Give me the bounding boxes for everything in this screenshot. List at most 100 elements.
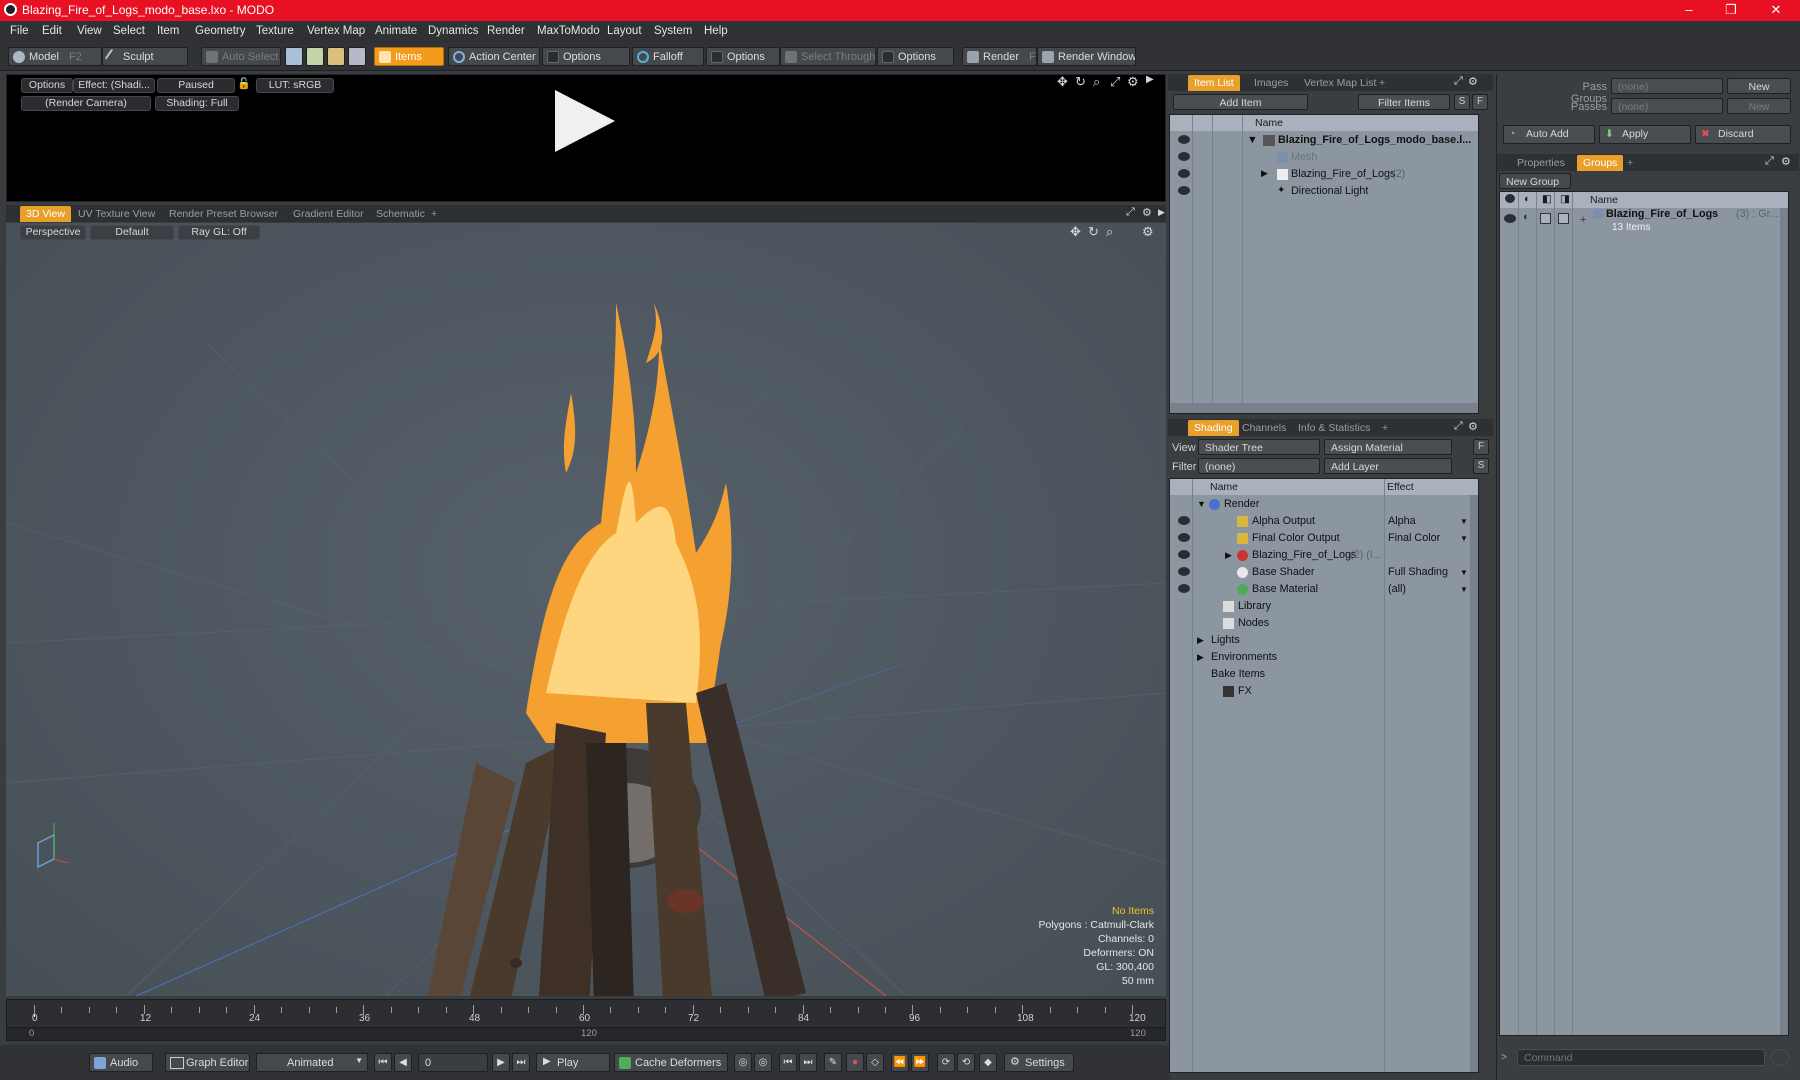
record-icon[interactable]: ● bbox=[846, 1053, 864, 1072]
render-button[interactable]: Render F9 bbox=[962, 47, 1037, 66]
name-column-header[interactable]: Name bbox=[1210, 481, 1238, 493]
menu-texture[interactable]: Texture bbox=[256, 25, 294, 37]
group-row[interactable]: ◐ + Blazing_Fire_of_Logs (3) : Gr... 13 … bbox=[1500, 208, 1788, 238]
menu-geometry[interactable]: Geometry bbox=[195, 25, 246, 37]
groups-list[interactable]: ◐ ◧ ◨ Name ◐ + Blazing_Fire_of_Logs (3) … bbox=[1499, 191, 1789, 1036]
loop-icon[interactable]: ⟳ bbox=[937, 1053, 955, 1072]
command-history-icon[interactable] bbox=[1771, 1049, 1789, 1066]
tab-shading[interactable]: Shading bbox=[1188, 420, 1239, 436]
minimize-button[interactable]: – bbox=[1668, 0, 1710, 21]
menu-layout[interactable]: Layout bbox=[607, 25, 642, 37]
new-group-button[interactable]: New Group bbox=[1499, 173, 1571, 189]
visibility-eye-icon[interactable] bbox=[1178, 169, 1190, 178]
set-key-icon[interactable]: ◇ bbox=[866, 1053, 884, 1072]
add-tab-button[interactable]: + bbox=[425, 206, 443, 222]
visibility-eye-icon[interactable] bbox=[1178, 550, 1190, 559]
menu-item[interactable]: Item bbox=[157, 25, 179, 37]
marker-icon[interactable]: ◆ bbox=[979, 1053, 997, 1072]
expand-plus-icon[interactable]: + bbox=[1580, 214, 1586, 226]
auto-add-button[interactable]: ◔ Auto Add bbox=[1503, 125, 1595, 144]
passes-dropdown[interactable]: (none) bbox=[1611, 98, 1723, 114]
frame-input[interactable]: 0 bbox=[418, 1053, 488, 1072]
shader-item-effect[interactable]: Alpha bbox=[1388, 515, 1416, 527]
maximize-icon[interactable]: ⤢ bbox=[1454, 75, 1463, 88]
tab-info-statistics[interactable]: Info & Statistics bbox=[1292, 420, 1376, 436]
preview-paused-toggle[interactable]: Paused bbox=[157, 78, 235, 93]
visibility-eye-icon[interactable] bbox=[1178, 533, 1190, 542]
menu-help[interactable]: Help bbox=[704, 25, 728, 37]
preview-options-button[interactable]: Options bbox=[21, 78, 73, 93]
render-camera-dropdown[interactable]: (Render Camera) bbox=[21, 96, 151, 111]
select-through-options-button[interactable]: Options bbox=[877, 47, 954, 66]
lock-icon[interactable]: 🔓 bbox=[237, 77, 251, 90]
list-item[interactable]: ✦ Directional Light bbox=[1170, 183, 1478, 200]
visibility-eye-icon[interactable] bbox=[1178, 584, 1190, 593]
filter-dropdown[interactable]: (none) bbox=[1198, 458, 1320, 474]
close-button[interactable]: ✕ bbox=[1755, 0, 1797, 21]
tab-groups[interactable]: Groups bbox=[1577, 155, 1624, 171]
action-center-options-button[interactable]: Options bbox=[542, 47, 630, 66]
menu-maxtomodo[interactable]: MaxToModo bbox=[537, 25, 600, 37]
menu-vertex-map[interactable]: Vertex Map bbox=[307, 25, 365, 37]
new-pass-button[interactable]: New bbox=[1727, 98, 1791, 114]
default-style-dropdown[interactable]: Default bbox=[90, 225, 174, 240]
lock-checkbox[interactable] bbox=[1540, 213, 1551, 224]
pass-groups-dropdown[interactable]: (none) bbox=[1611, 78, 1723, 94]
select-edges-icon[interactable] bbox=[306, 47, 324, 66]
vertical-scrollbar[interactable] bbox=[1470, 495, 1478, 1072]
chevron-down-icon[interactable]: ▼ bbox=[1460, 534, 1468, 543]
render-preview[interactable]: Options Effect: (Shadi... Paused 🔓 LUT: … bbox=[6, 74, 1166, 202]
audio-button[interactable]: Audio bbox=[89, 1053, 153, 1072]
shader-tree-row[interactable]: FX bbox=[1170, 683, 1478, 700]
shader-tree-row[interactable]: Alpha Output Alpha ▼ bbox=[1170, 513, 1478, 530]
bounce-icon[interactable]: ⟲ bbox=[957, 1053, 975, 1072]
select-materials-icon[interactable] bbox=[348, 47, 366, 66]
step-back-icon[interactable]: ◀ bbox=[394, 1053, 412, 1072]
list-item[interactable]: ▶ Blazing_Fire_of_Logs (2) bbox=[1170, 166, 1478, 183]
prev-keyframe-icon[interactable]: ⏪ bbox=[891, 1053, 909, 1072]
tab-3d-view[interactable]: 3D View bbox=[20, 206, 71, 222]
maximize-icon[interactable]: ⤢ bbox=[1454, 420, 1463, 433]
shading-dropdown[interactable]: Shading: Full bbox=[155, 96, 239, 111]
graph-editor-button[interactable]: Graph Editor bbox=[165, 1053, 250, 1072]
play-preview-icon[interactable] bbox=[555, 90, 615, 152]
arrow-right-icon[interactable]: ▶ bbox=[1146, 74, 1154, 85]
filter-toggle[interactable]: F bbox=[1472, 94, 1488, 110]
gear-icon[interactable]: ⚙ bbox=[1468, 75, 1478, 88]
apply-button[interactable]: ⬇ Apply bbox=[1599, 125, 1691, 144]
gear-icon[interactable]: ⚙ bbox=[1127, 74, 1139, 90]
timeline[interactable]: 0 12 24 36 48 60 72 84 96 108 120 0 120 … bbox=[6, 999, 1166, 1041]
gear-icon[interactable]: ⚙ bbox=[1142, 224, 1154, 240]
visibility-eye-icon[interactable] bbox=[1178, 567, 1190, 576]
shader-tree-row[interactable]: ▼ Render bbox=[1170, 496, 1478, 513]
render-window-button[interactable]: Render Window bbox=[1037, 47, 1136, 66]
shader-tree-row[interactable]: ▶ Environments bbox=[1170, 649, 1478, 666]
settings-button[interactable]: ⚙ Settings bbox=[1004, 1053, 1074, 1072]
shader-tree-row[interactable]: ▶ Lights bbox=[1170, 632, 1478, 649]
filter-toggle[interactable]: F bbox=[1473, 439, 1489, 455]
items-mode-button[interactable]: Items bbox=[374, 47, 444, 66]
discard-button[interactable]: ✖ Discard bbox=[1695, 125, 1791, 144]
move-icon[interactable]: ✥ bbox=[1070, 224, 1081, 240]
shader-tree-row[interactable]: ▶ Blazing_Fire_of_Logs (2) (I... bbox=[1170, 547, 1478, 564]
menu-system[interactable]: System bbox=[654, 25, 692, 37]
shader-item-effect[interactable]: (all) bbox=[1388, 583, 1406, 595]
step-forward-icon[interactable]: ▶ bbox=[492, 1053, 510, 1072]
tab-images[interactable]: Images bbox=[1248, 75, 1294, 91]
add-tab-button[interactable]: + bbox=[1376, 420, 1394, 436]
tab-schematic[interactable]: Schematic bbox=[370, 206, 431, 222]
zoom-icon[interactable]: ⌕ bbox=[1093, 74, 1100, 90]
menu-file[interactable]: File bbox=[10, 25, 29, 37]
visibility-eye-icon[interactable] bbox=[1178, 152, 1190, 161]
menu-dynamics[interactable]: Dynamics bbox=[428, 25, 478, 37]
maximize-button[interactable]: ❐ bbox=[1710, 0, 1752, 21]
select-vertices-icon[interactable] bbox=[285, 47, 303, 66]
shader-tree-row[interactable]: Final Color Output Final Color ▼ bbox=[1170, 530, 1478, 547]
falloff-button[interactable]: Falloff bbox=[632, 47, 704, 66]
add-tab-button[interactable]: + bbox=[1373, 75, 1391, 91]
shader-item-effect[interactable]: Final Color bbox=[1388, 532, 1440, 544]
expand-arrow-icon[interactable]: ▶ bbox=[1225, 550, 1232, 561]
collapse-arrow-icon[interactable]: ▼ bbox=[1197, 499, 1206, 509]
gear-icon[interactable]: ⚙ bbox=[1142, 206, 1152, 219]
menu-edit[interactable]: Edit bbox=[42, 25, 62, 37]
